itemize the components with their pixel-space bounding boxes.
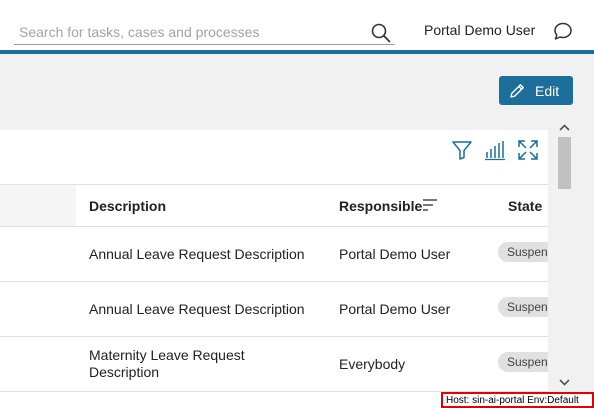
- search-icon[interactable]: [371, 23, 391, 43]
- pencil-icon: [510, 83, 524, 98]
- task-list-card: Description Responsible State Annual Lea…: [0, 130, 548, 408]
- column-header-responsible[interactable]: Responsible: [339, 198, 422, 214]
- table-toolbar: [0, 130, 548, 170]
- status-badge: Suspended: [498, 297, 548, 317]
- search-input[interactable]: [14, 19, 395, 45]
- table-row[interactable]: Maternity Leave Request Description Ever…: [0, 337, 548, 392]
- host-info: Host: sin-ai-portal Env:Default: [441, 392, 594, 408]
- top-bar: Portal Demo User: [0, 0, 594, 54]
- cell-responsible: Portal Demo User: [339, 301, 451, 317]
- columns-icon[interactable]: [484, 139, 506, 161]
- table-row[interactable]: Annual Leave Request Description Portal …: [0, 227, 548, 282]
- status-badge: Suspended: [498, 242, 548, 262]
- scroll-up-icon[interactable]: [556, 121, 573, 135]
- column-header-state[interactable]: State: [508, 198, 542, 214]
- sort-icon[interactable]: [422, 198, 438, 212]
- expand-icon[interactable]: [517, 139, 539, 161]
- filter-icon[interactable]: [451, 139, 473, 161]
- cell-responsible: Everybody: [339, 356, 406, 372]
- table-row[interactable]: Annual Leave Request Description Portal …: [0, 282, 548, 337]
- cell-description: Annual Leave Request Description: [89, 301, 305, 317]
- header-empty-cell: [0, 185, 76, 226]
- edit-button-label: Edit: [535, 82, 560, 99]
- scroll-down-icon[interactable]: [556, 375, 573, 389]
- column-header-description[interactable]: Description: [89, 198, 166, 214]
- table-header: Description Responsible State: [0, 184, 548, 227]
- chat-icon[interactable]: [553, 21, 573, 41]
- status-badge: Suspended: [498, 352, 548, 372]
- edit-button[interactable]: Edit: [499, 76, 573, 105]
- cell-description: Maternity Leave Request Description: [89, 347, 245, 380]
- vertical-scrollbar[interactable]: [556, 119, 573, 391]
- cell-description: Annual Leave Request Description: [89, 246, 305, 262]
- scrollbar-thumb[interactable]: [558, 137, 571, 189]
- cell-responsible: Portal Demo User: [339, 246, 451, 262]
- user-name[interactable]: Portal Demo User: [424, 22, 535, 38]
